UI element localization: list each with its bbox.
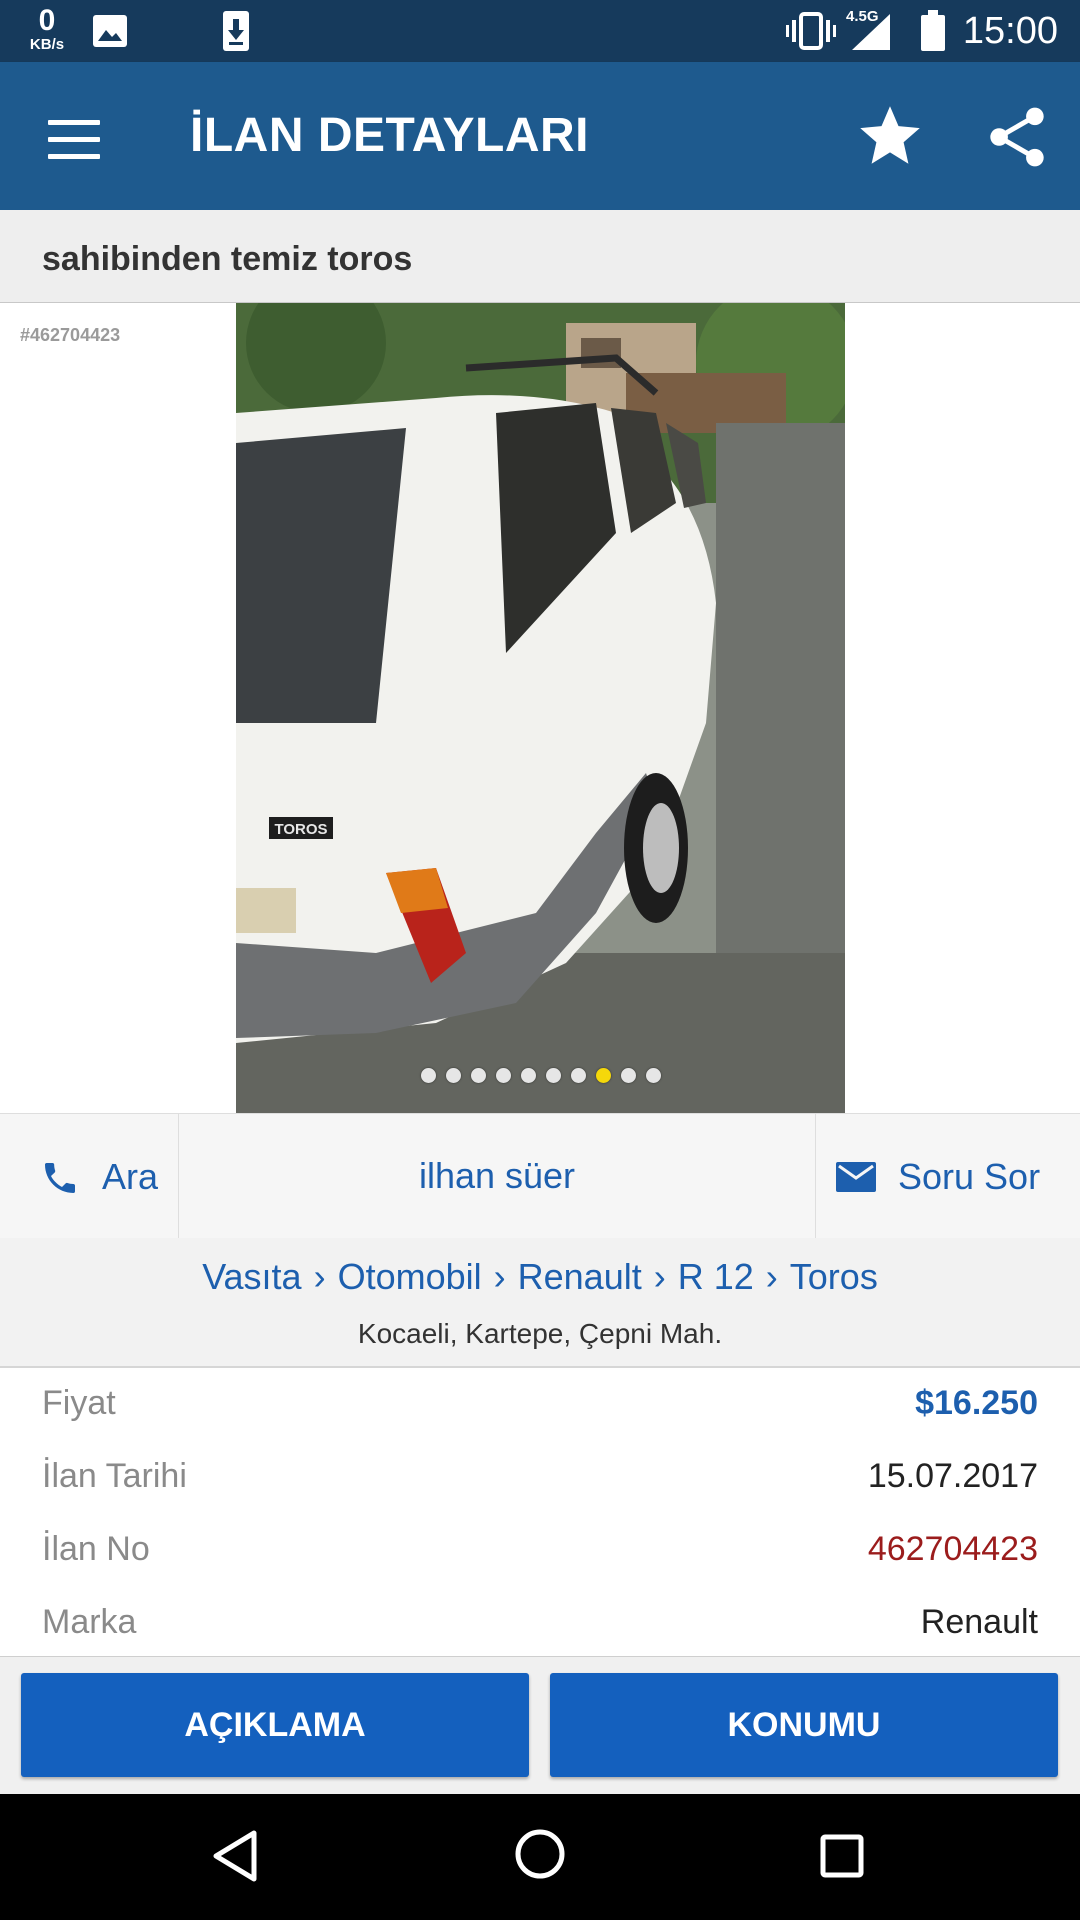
gallery-dot[interactable] (645, 1068, 661, 1083)
date-value: 15.07.2017 (867, 1457, 1038, 1495)
details-table: Fiyat $16.250 İlan Tarihi 15.07.2017 İla… (0, 1368, 1080, 1656)
ask-question-label: Soru Sor (898, 1156, 1041, 1197)
breadcrumb-separator: › (313, 1256, 326, 1297)
share-icon[interactable] (984, 102, 1050, 172)
breadcrumb-item[interactable]: Renault (518, 1256, 642, 1297)
detail-row-brand: Marka Renault (0, 1587, 1080, 1656)
gallery-pagination (236, 1068, 845, 1083)
listing-title-bar: sahibinden temiz toros (0, 210, 1080, 303)
description-button[interactable]: AÇIKLAMA (21, 1673, 529, 1777)
menu-icon[interactable] (48, 120, 100, 160)
detail-label: Marka (42, 1603, 137, 1641)
gallery-dot[interactable] (520, 1068, 536, 1083)
system-nav-bar (0, 1794, 1080, 1920)
gallery-dot-active[interactable] (595, 1068, 611, 1083)
car-photo-illustration: TOROS (236, 303, 845, 1113)
listing-photo[interactable]: TOROS (236, 303, 845, 1113)
detail-row-listing-no: İlan No 462704423 (0, 1514, 1080, 1587)
breadcrumb-item[interactable]: Vasıta (202, 1256, 301, 1297)
signal-icon (852, 14, 890, 50)
star-icon[interactable] (856, 102, 924, 170)
photo-gallery[interactable]: #462704423 TOROS (0, 303, 1080, 1113)
call-button[interactable]: Ara (0, 1114, 179, 1238)
car-badge-text: TOROS (274, 821, 327, 838)
recent-apps-icon[interactable] (820, 1834, 864, 1878)
download-icon (223, 11, 249, 51)
brand-value: Renault (920, 1603, 1038, 1641)
listing-title: sahibinden temiz toros (42, 240, 413, 278)
page-title: İLAN DETAYLARI (190, 109, 590, 162)
bottom-action-bar: AÇIKLAMA KONUMU (0, 1656, 1080, 1795)
breadcrumb-separator: › (653, 1256, 666, 1297)
ask-question-button[interactable]: Soru Sor (816, 1114, 1080, 1238)
location-button[interactable]: KONUMU (550, 1673, 1058, 1777)
detail-row-date: İlan Tarihi 15.07.2017 (0, 1441, 1080, 1514)
home-icon[interactable] (514, 1828, 566, 1880)
detail-row-price: Fiyat $16.250 (0, 1368, 1080, 1441)
gallery-dot[interactable] (420, 1068, 436, 1083)
gallery-dot[interactable] (445, 1068, 461, 1083)
phone-icon (45, 1163, 75, 1193)
image-icon (93, 15, 127, 47)
network-speed: 0 KB/s (22, 4, 72, 53)
battery-icon (921, 10, 945, 51)
listing-id-watermark: #462704423 (20, 325, 121, 345)
gallery-dot[interactable] (495, 1068, 511, 1083)
breadcrumb: Vasıta › Otomobil › Renault › R 12 › Toros (0, 1256, 1080, 1298)
gallery-dot[interactable] (570, 1068, 586, 1083)
detail-label: Fiyat (42, 1384, 116, 1422)
listing-no-value: 462704423 (867, 1530, 1038, 1568)
breadcrumb-item[interactable]: Toros (790, 1256, 878, 1297)
gallery-dot[interactable] (470, 1068, 486, 1083)
status-time: 15:00 (962, 10, 1058, 52)
status-bar: 0 KB/s 4.5G 15:00 (0, 0, 1080, 62)
call-label: Ara (102, 1156, 159, 1197)
detail-label: İlan Tarihi (42, 1457, 187, 1495)
seller-name-button[interactable]: ilhan süer (179, 1114, 816, 1238)
category-section: Vasıta › Otomobil › Renault › R 12 › Toros Kocae… (0, 1238, 1080, 1368)
network-speed-unit: KB/s (29, 36, 65, 53)
contact-actions: Ara ilhan süer Soru Sor (0, 1113, 1080, 1239)
detail-label: İlan No (42, 1530, 150, 1568)
listing-location: Kocaeli, Kartepe, Çepni Mah. (357, 1318, 723, 1349)
breadcrumb-separator: › (493, 1256, 506, 1297)
breadcrumb-separator: › (765, 1256, 778, 1297)
mail-icon (836, 1162, 876, 1192)
gallery-dot[interactable] (545, 1068, 561, 1083)
breadcrumb-item[interactable]: R 12 (678, 1256, 754, 1297)
vibrate-icon (786, 12, 836, 50)
breadcrumb-item[interactable]: Otomobil (338, 1256, 482, 1297)
price-value: $16.250 (915, 1384, 1038, 1422)
network-speed-value: 0 (38, 4, 56, 37)
app-bar: İLAN DETAYLARI (0, 62, 1080, 210)
gallery-dot[interactable] (620, 1068, 636, 1083)
back-icon[interactable] (212, 1830, 258, 1882)
